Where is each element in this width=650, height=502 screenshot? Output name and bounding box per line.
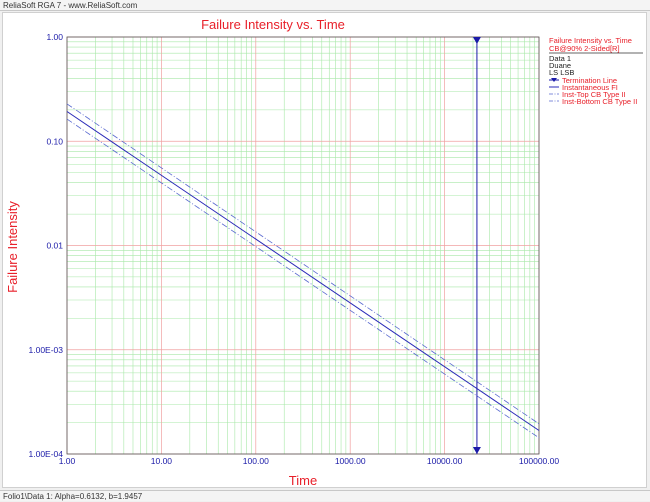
legend: Failure Intensity vs. Time CB@90% 2-Side… (549, 36, 643, 106)
y-tick-label: 0.01 (46, 241, 63, 251)
x-tick-label: 10000.00 (427, 456, 463, 466)
x-tick-label: 1000.00 (335, 456, 366, 466)
y-tick-label: 1.00E-03 (29, 345, 64, 355)
y-tick-label: 0.10 (46, 136, 63, 146)
legend-header-confidence: CB@90% 2-Sided[R] (549, 44, 620, 53)
y-tick-label: 1.00 (46, 32, 63, 42)
legend-entry-bottom-cb: Inst-Bottom CB Type II (562, 97, 637, 106)
x-tick-label: 100.00 (243, 456, 269, 466)
y-tick-label: 1.00E-04 (29, 449, 64, 459)
chart-title: Failure Intensity vs. Time (201, 17, 345, 32)
plot-panel: Failure Intensity vs. Time 1.00 10.00 100.… (2, 12, 647, 488)
status-text: Folio1\Data 1: Alpha=0.6132, b=1.9457 (3, 492, 143, 501)
x-tick-label: 100000.00 (519, 456, 559, 466)
x-axis-ticks: 1.00 10.00 100.00 1000.00 10000.00 100000.00 (59, 456, 560, 466)
status-bar: Folio1\Data 1: Alpha=0.6132, b=1.9457 (0, 490, 650, 501)
x-tick-label: 10.00 (151, 456, 173, 466)
y-axis-ticks: 1.00E-04 1.00E-03 0.01 0.10 1.00 (29, 32, 64, 459)
grid-layer (66, 36, 540, 455)
failure-intensity-chart: Failure Intensity vs. Time 1.00 10.00 100.… (5, 17, 643, 488)
app-title: ReliaSoft RGA 7 - www.ReliaSoft.com (3, 1, 138, 10)
y-axis-label: Failure Intensity (5, 201, 20, 293)
app-title-bar: ReliaSoft RGA 7 - www.ReliaSoft.com (0, 0, 650, 11)
x-axis-label: Time (289, 473, 317, 487)
